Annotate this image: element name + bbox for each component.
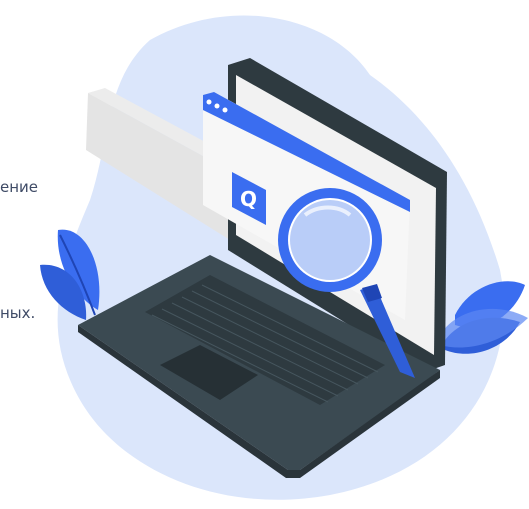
caption-fragment: ение bbox=[0, 178, 39, 196]
illustration-scene: Q ение ных. bbox=[0, 0, 529, 504]
laptop-search-illustration: Q bbox=[40, 15, 528, 500]
search-glyph: Q bbox=[240, 187, 257, 211]
caption-fragment: ных. bbox=[0, 304, 36, 322]
